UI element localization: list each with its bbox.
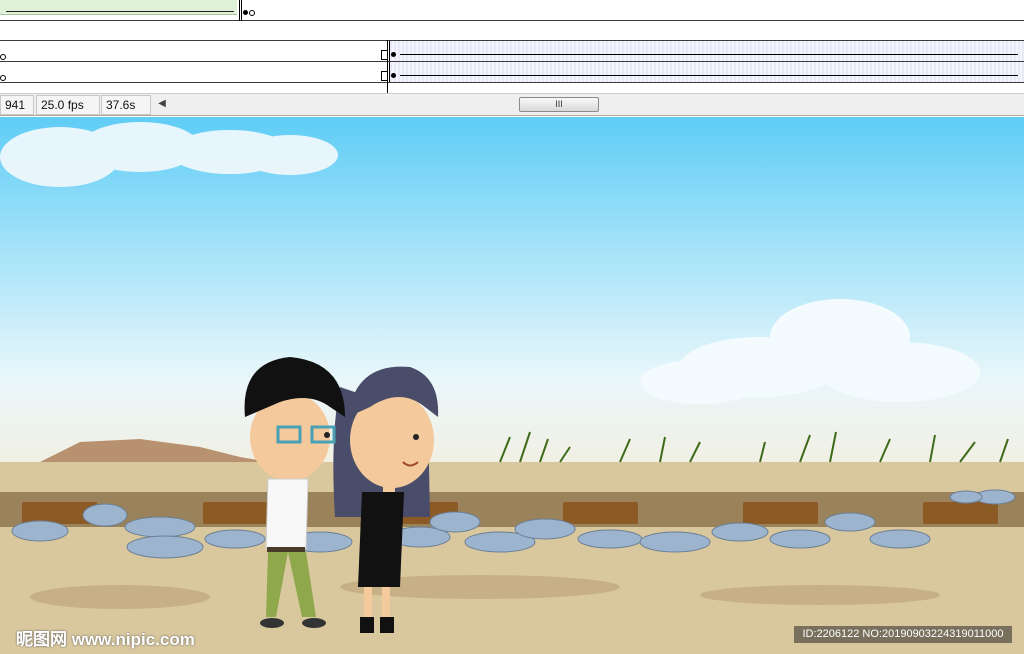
keyframe[interactable]	[391, 52, 396, 57]
timeline-layer-3[interactable]	[0, 62, 1024, 83]
tween-span-hatched[interactable]	[389, 62, 1024, 82]
timeline-status-bar: 941 25.0 fps 37.6s ◀ III	[0, 93, 1024, 116]
elapsed-time: 37.6s	[101, 95, 151, 115]
keyframe[interactable]	[243, 10, 248, 15]
stage-canvas[interactable]	[0, 117, 1024, 654]
keyframe[interactable]	[391, 73, 396, 78]
timeline-panel: 941 25.0 fps 37.6s ◀ III	[0, 0, 1024, 117]
tween-arrow	[400, 54, 1018, 55]
tween-arrow	[6, 11, 234, 12]
horizontal-scrollbar-thumb[interactable]: III	[519, 97, 599, 112]
empty-keyframe[interactable]	[249, 10, 255, 16]
watermark-id: ID:2206122 NO:20190903224319011000	[794, 626, 1012, 643]
blank-keyframe[interactable]	[0, 54, 6, 60]
tween-arrow	[400, 75, 1018, 76]
motion-tween-span[interactable]	[0, 0, 237, 15]
tween-span-hatched[interactable]	[389, 41, 1024, 61]
watermark-site: 昵图网 www.nipic.com	[16, 630, 195, 649]
playhead-marker[interactable]	[239, 0, 242, 21]
timeline-layer-2[interactable]	[0, 40, 1024, 62]
blank-keyframe[interactable]	[0, 75, 6, 81]
frame-rate[interactable]: 25.0 fps	[36, 95, 100, 115]
playhead-line	[387, 40, 388, 94]
scroll-left-arrow-icon[interactable]: ◀	[156, 96, 168, 112]
timeline-layer-1[interactable]	[0, 0, 1024, 21]
current-frame[interactable]: 941	[0, 95, 34, 115]
cartoon-scene	[0, 117, 1024, 654]
